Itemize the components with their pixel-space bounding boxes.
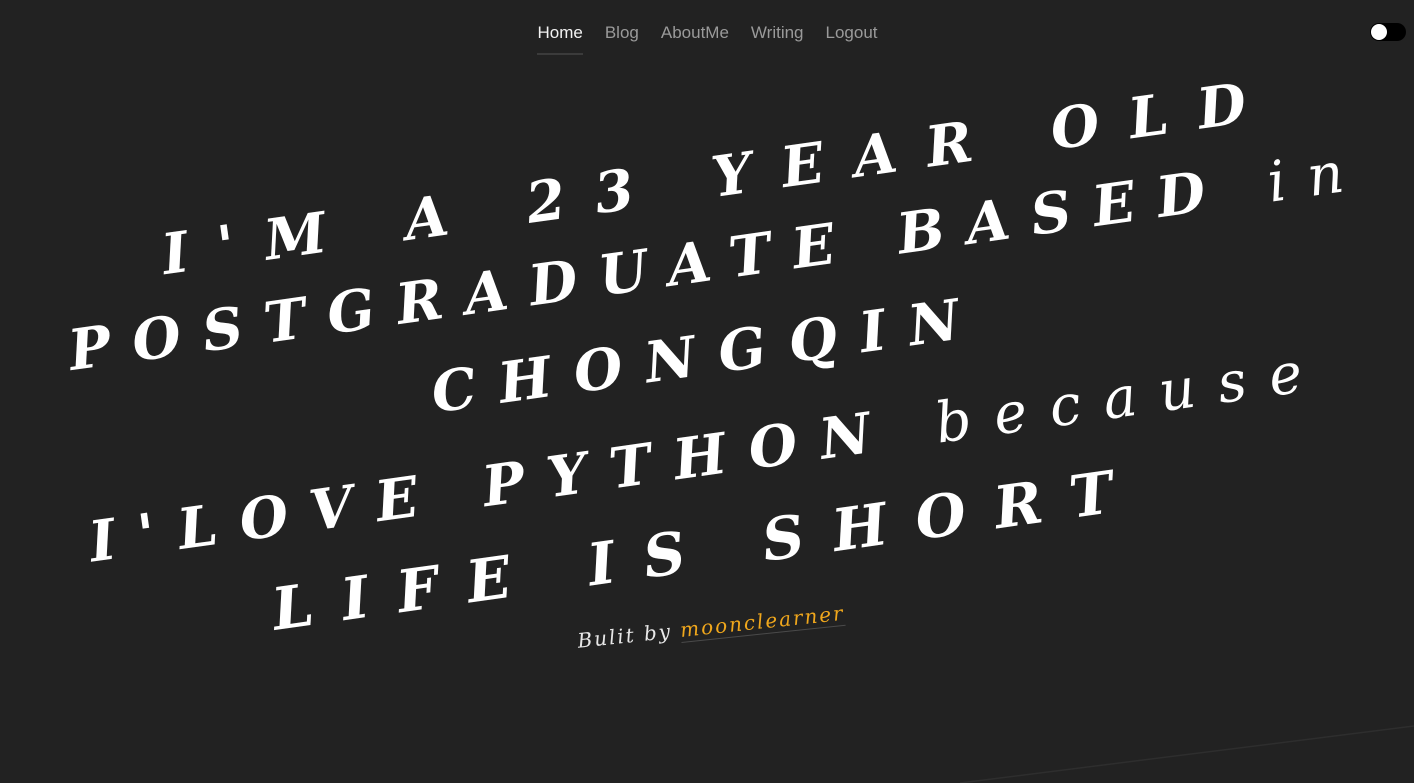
decorative-diagonal-line — [959, 725, 1414, 783]
